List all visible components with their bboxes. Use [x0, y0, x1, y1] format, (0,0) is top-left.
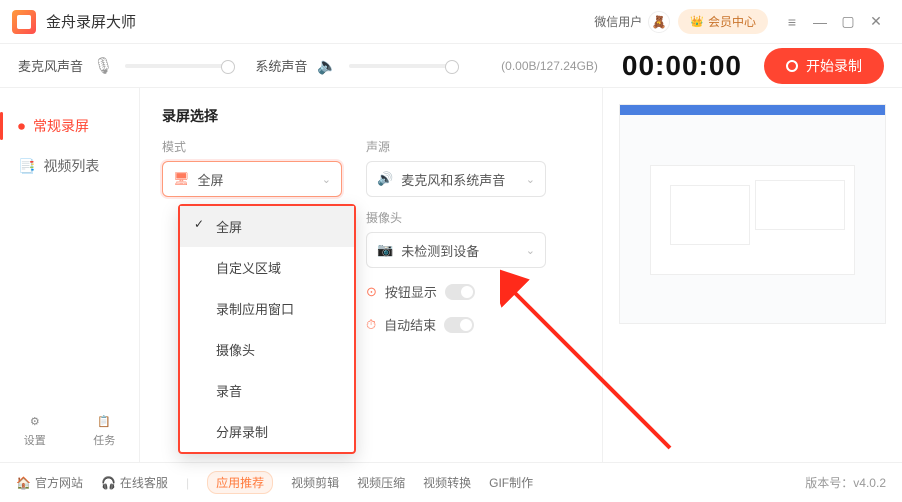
footer-online-service[interactable]: 🎧在线客服 [101, 474, 168, 491]
system-sound-label: 系统声音 [255, 56, 307, 75]
wechat-user-label: 微信用户 [594, 13, 642, 30]
system-sound-slider[interactable] [349, 64, 459, 68]
sidebar-item-video-list[interactable]: 📑 视频列表 [0, 146, 139, 186]
app-logo-icon [12, 10, 36, 34]
camera-icon: 📷 [377, 242, 393, 258]
vip-center-button[interactable]: 会员中心 [678, 9, 768, 34]
sound-icon: 🔊 [377, 171, 393, 187]
menu-icon[interactable]: ≡ [778, 8, 806, 36]
footer-video-convert[interactable]: 视频转换 [423, 474, 471, 491]
record-icon [786, 60, 798, 72]
screen-preview [619, 104, 886, 324]
mode-dropdown: 全屏 自定义区域 录制应用窗口 摄像头 录音 分屏录制 [178, 204, 356, 454]
dropdown-item-split-screen[interactable]: 分屏录制 [180, 411, 354, 452]
user-avatar[interactable]: 🧸 [648, 11, 670, 33]
home-icon: 🏠 [16, 476, 31, 490]
headset-icon: 🎧 [101, 476, 116, 490]
footer-video-edit[interactable]: 视频剪辑 [291, 474, 339, 491]
app-title: 金舟录屏大师 [46, 11, 136, 32]
clock-icon: ⏱ [366, 317, 376, 333]
button-display-toggle[interactable] [445, 284, 475, 300]
mic-label: 麦克风声音 [18, 56, 83, 75]
auto-end-label: 自动结束 [384, 315, 436, 334]
footer-video-compress[interactable]: 视频压缩 [357, 474, 405, 491]
list-icon: 📑 [18, 158, 35, 175]
monitor-icon: 🖥 [173, 171, 190, 187]
button-icon: ⊙ [366, 284, 377, 300]
footer-app-recommend[interactable]: 应用推荐 [207, 471, 273, 494]
section-title: 录屏选择 [162, 106, 580, 126]
chevron-down-icon: ⌄ [322, 173, 331, 186]
camera-label: 摄像头 [366, 209, 546, 226]
chevron-down-icon: ⌄ [526, 173, 535, 186]
minimize-icon[interactable]: — [806, 8, 834, 36]
chevron-down-icon: ⌄ [526, 244, 535, 257]
dropdown-item-camera[interactable]: 摄像头 [180, 329, 354, 370]
sidebar-item-normal-record[interactable]: ⏺ 常规录屏 [0, 106, 139, 146]
record-timer: 00:00:00 [622, 50, 742, 82]
dropdown-item-audio[interactable]: 录音 [180, 370, 354, 411]
mic-icon[interactable]: 🎙 [93, 56, 113, 76]
camera-select[interactable]: 📷 未检测到设备 ⌄ [366, 232, 546, 268]
mic-slider[interactable] [125, 64, 235, 68]
mode-select[interactable]: 🖥 全屏 ⌄ [162, 161, 342, 197]
footer-official-site[interactable]: 🏠官方网站 [16, 474, 83, 491]
storage-text: (0.00B/127.24GB) [501, 59, 598, 73]
speaker-icon[interactable]: 🔈 [317, 56, 337, 76]
dropdown-item-custom-area[interactable]: 自定义区域 [180, 247, 354, 288]
source-label: 声源 [366, 138, 546, 155]
clipboard-icon: 📋 [97, 415, 111, 428]
mode-label: 模式 [162, 138, 342, 155]
version-label: 版本号：v4.0.2 [805, 474, 886, 491]
dropdown-item-app-window[interactable]: 录制应用窗口 [180, 288, 354, 329]
start-record-button[interactable]: 开始录制 [764, 48, 884, 84]
close-icon[interactable]: ✕ [862, 8, 890, 36]
settings-button[interactable]: ⚙ 设置 [24, 415, 46, 448]
gear-icon: ⚙ [30, 415, 40, 428]
button-display-label: 按钮显示 [385, 282, 437, 301]
tasks-button[interactable]: 📋 任务 [93, 415, 115, 448]
auto-end-toggle[interactable] [444, 317, 474, 333]
record-icon: ⏺ [18, 118, 25, 135]
audio-source-select[interactable]: 🔊 麦克风和系统声音 ⌄ [366, 161, 546, 197]
footer-gif-make[interactable]: GIF制作 [489, 474, 533, 491]
dropdown-item-fullscreen[interactable]: 全屏 [180, 206, 354, 247]
maximize-icon[interactable]: ▢ [834, 8, 862, 36]
